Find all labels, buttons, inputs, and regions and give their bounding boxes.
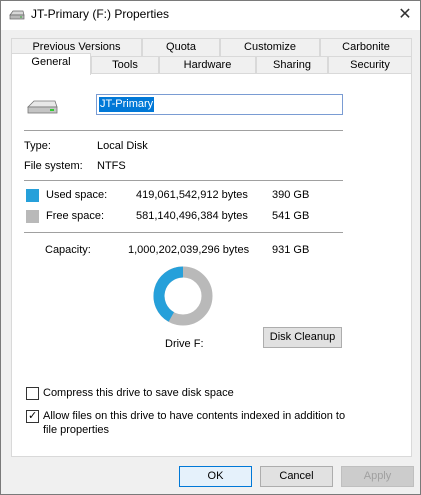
tab-customize[interactable]: Customize bbox=[220, 38, 320, 57]
free-space-gb: 541 GB bbox=[272, 210, 310, 222]
used-space-arc bbox=[153, 266, 184, 322]
drive-label: Drive F: bbox=[165, 338, 204, 350]
used-space-bytes: 419,061,542,912 bytes bbox=[136, 189, 248, 201]
file-system-label: File system: bbox=[24, 160, 83, 172]
ok-button[interactable]: OK bbox=[179, 466, 252, 487]
usage-donut-chart bbox=[153, 266, 213, 326]
used-space-label: Used space: bbox=[46, 189, 108, 201]
capacity-bytes: 1,000,202,039,296 bytes bbox=[128, 244, 250, 256]
window-title: JT-Primary (F:) Properties bbox=[31, 7, 170, 21]
general-panel: JT-Primary Type: Local Disk File system:… bbox=[11, 73, 412, 457]
cancel-label: Cancel bbox=[279, 470, 314, 482]
disk-cleanup-button[interactable]: Disk Cleanup bbox=[263, 327, 342, 348]
divider bbox=[24, 180, 343, 181]
tab-carbonite[interactable]: Carbonite bbox=[320, 38, 412, 57]
properties-window: JT-Primary (F:) Properties ✕ Previous Ve… bbox=[0, 0, 421, 495]
used-space-swatch bbox=[26, 189, 39, 202]
index-checkbox[interactable]: ✓ bbox=[26, 410, 39, 423]
drive-name-value[interactable]: JT-Primary bbox=[99, 97, 155, 112]
divider bbox=[24, 232, 343, 233]
capacity-label: Capacity: bbox=[45, 244, 91, 256]
ok-label: OK bbox=[207, 470, 224, 482]
apply-label: Apply bbox=[363, 470, 392, 482]
free-space-swatch bbox=[26, 210, 39, 223]
disk-cleanup-label: Disk Cleanup bbox=[269, 331, 336, 343]
type-value: Local Disk bbox=[97, 140, 148, 152]
compress-checkbox[interactable] bbox=[26, 387, 39, 400]
tab-general[interactable]: General bbox=[11, 53, 91, 75]
drive-name-input[interactable]: JT-Primary bbox=[96, 94, 343, 115]
file-system-value: NTFS bbox=[97, 160, 126, 172]
capacity-gb: 931 GB bbox=[272, 244, 310, 256]
divider bbox=[24, 130, 343, 131]
title-bar: JT-Primary (F:) Properties ✕ bbox=[1, 1, 420, 30]
used-space-gb: 390 GB bbox=[272, 189, 310, 201]
tab-quota[interactable]: Quota bbox=[142, 38, 220, 57]
free-space-bytes: 581,140,496,384 bytes bbox=[136, 210, 248, 222]
close-button[interactable]: ✕ bbox=[390, 1, 420, 30]
drive-icon bbox=[27, 100, 58, 114]
cancel-button[interactable]: Cancel bbox=[260, 466, 333, 487]
index-label-line1[interactable]: Allow files on this drive to have conten… bbox=[43, 410, 345, 422]
apply-button[interactable]: Apply bbox=[341, 466, 414, 487]
compress-label[interactable]: Compress this drive to save disk space bbox=[43, 387, 234, 399]
index-label-line2[interactable]: file properties bbox=[43, 424, 109, 436]
index-checkmark: ✓ bbox=[28, 410, 38, 422]
drive-icon bbox=[9, 10, 25, 20]
type-label: Type: bbox=[24, 140, 51, 152]
free-space-label: Free space: bbox=[46, 210, 105, 222]
close-icon: ✕ bbox=[398, 6, 412, 23]
